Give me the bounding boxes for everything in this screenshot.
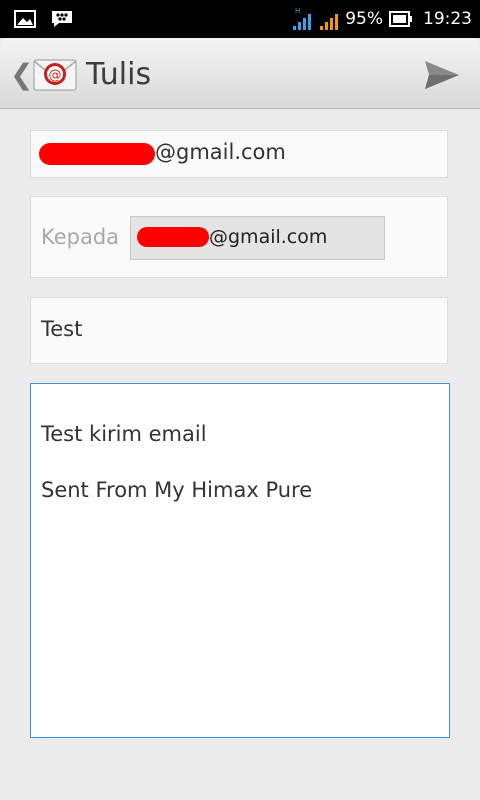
- recipient-chip[interactable]: @gmail.com: [130, 216, 385, 260]
- send-icon: [425, 61, 459, 89]
- gallery-icon: [14, 10, 36, 28]
- signal-icon: H: [291, 6, 313, 32]
- from-field[interactable]: @gmail.com: [30, 130, 448, 178]
- clock: 19:23: [423, 9, 472, 29]
- body-field[interactable]: Test kirim email Sent From My Himax Pure: [30, 383, 450, 738]
- redaction-mark: [137, 227, 209, 247]
- subject-field[interactable]: Test: [30, 297, 448, 364]
- body-line: Test kirim email: [41, 422, 207, 446]
- action-bar: ❮ @ Tulis: [0, 38, 480, 109]
- send-button[interactable]: [422, 55, 462, 95]
- from-address: @gmail.com: [155, 140, 286, 164]
- up-navigation-button[interactable]: ❮ @ Tulis: [10, 52, 160, 96]
- to-field[interactable]: Kepada @gmail.com: [30, 196, 448, 278]
- chevron-left-icon: ❮: [10, 57, 34, 91]
- system-status: H 95% 19:23: [291, 0, 472, 38]
- subject-value: Test: [41, 317, 83, 341]
- email-app-icon: @: [32, 54, 78, 94]
- status-bar: H 95% 19:23: [0, 0, 480, 38]
- bbm-icon: [50, 9, 74, 29]
- to-label: Kepada: [41, 225, 120, 249]
- battery-percent: 95%: [345, 9, 383, 29]
- redaction-mark: [39, 143, 155, 165]
- recipient-address: @gmail.com: [209, 226, 328, 248]
- page-title: Tulis: [86, 56, 152, 92]
- signal-icon-secondary: [319, 6, 339, 32]
- notification-icons: [14, 9, 74, 29]
- svg-text:@: @: [49, 68, 62, 83]
- signature-line: Sent From My Himax Pure: [41, 478, 313, 502]
- battery-icon: [389, 11, 413, 27]
- network-type-label: H: [295, 7, 300, 15]
